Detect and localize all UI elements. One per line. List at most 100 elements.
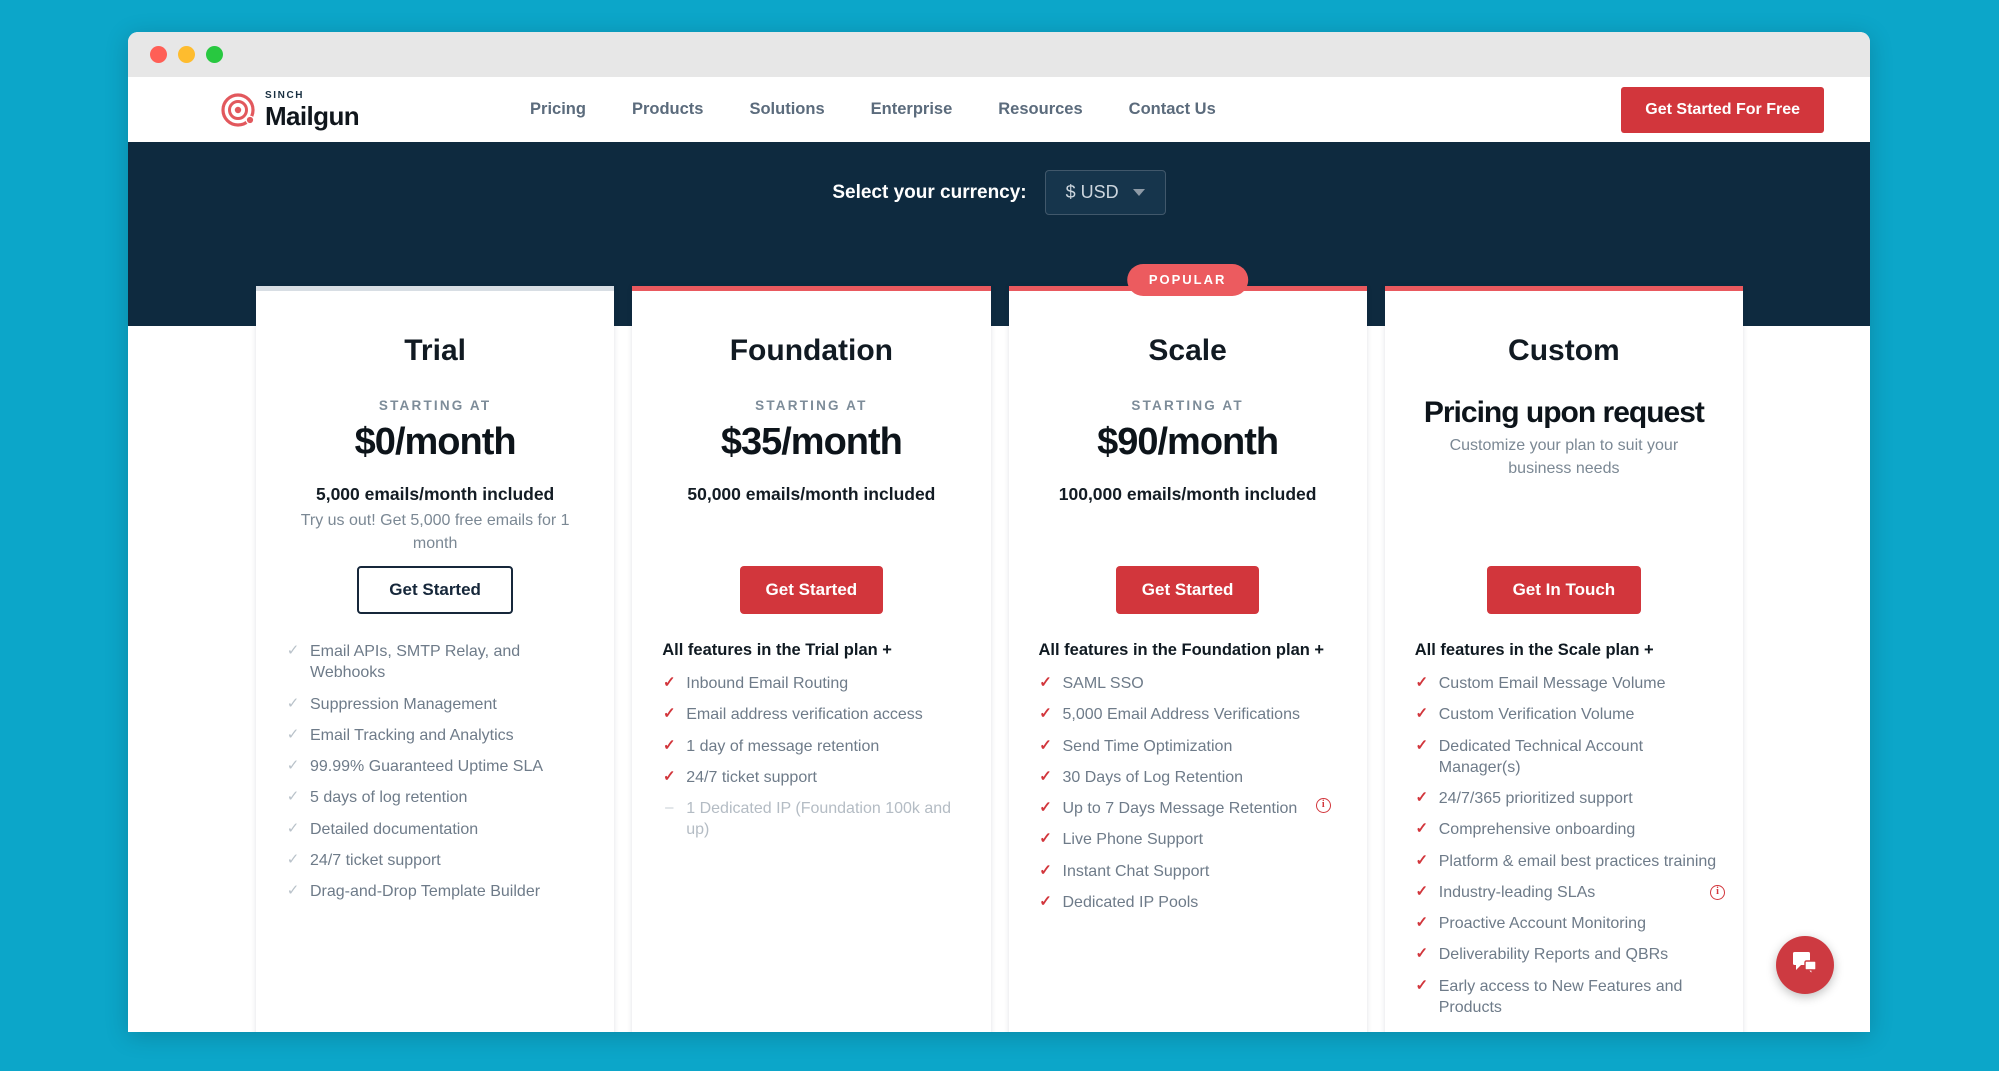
feature-item: ✓ Custom Email Message Volume — [1415, 673, 1725, 694]
plan-price: Pricing upon request — [1423, 396, 1705, 429]
feature-label: Email APIs, SMTP Relay, and Webhooks — [310, 643, 521, 682]
plan-emails-included: 100,000 emails/month included — [1058, 484, 1317, 504]
feature-item: ✓ Drag-and-Drop Template Builder — [286, 881, 596, 902]
info-icon[interactable]: i — [1315, 798, 1331, 814]
feature-item: ✓ 24/7 ticket support — [662, 767, 972, 788]
plan-cta-wrap: Get Started — [256, 566, 614, 614]
check-icon: ✓ — [1415, 976, 1429, 994]
feature-item: ✓ Suppression Management — [286, 694, 596, 715]
check-icon: ✓ — [1039, 736, 1052, 754]
check-icon: ✓ — [1415, 882, 1429, 900]
feature-label: Send Time Optimization — [1062, 737, 1233, 755]
plan-features: All features in the Trial plan + ✓ Inbound… — [662, 641, 972, 851]
feature-label: 24/7 ticket support — [686, 768, 817, 786]
feature-label: Detailed documentation — [310, 820, 479, 838]
check-icon: ✓ — [1415, 674, 1429, 691]
mailgun-logo[interactable]: SINCH Mailgun — [221, 89, 360, 129]
plan-cta-button[interactable]: Get In Touch — [1486, 566, 1642, 614]
feature-item: ✓ 99.99% Guaranteed Uptime SLA — [286, 756, 596, 777]
feature-label: Email Tracking and Analytics — [310, 726, 514, 744]
plan-subnote: Customize your plan to suit your busines… — [1449, 437, 1679, 477]
feature-item: ✓ Dedicated Technical Account Manager(s) — [1415, 736, 1725, 779]
popular-badge: POPULAR — [1126, 264, 1249, 296]
pricing-card-foundation: Foundation STARTING AT $35/month 50,000 ema… — [632, 286, 991, 1032]
check-icon: ✓ — [1415, 914, 1429, 932]
check-icon: ✓ — [662, 767, 676, 785]
feature-item: ✓ Email APIs, SMTP Relay, and Webhooks — [286, 641, 596, 684]
feature-label: Comprehensive onboarding — [1438, 821, 1636, 839]
feature-item: ✓ 5 days of log retention — [286, 787, 596, 808]
feature-item: ✓ 1 day of message retention — [662, 736, 972, 757]
check-icon: ✓ — [1415, 851, 1429, 869]
card-accent-bar — [1384, 286, 1743, 291]
check-icon: ✓ — [286, 850, 300, 868]
plan-name: Custom — [1508, 334, 1620, 367]
feature-label: Custom Email Message Volume — [1438, 675, 1666, 692]
check-icon: ✓ — [1415, 736, 1429, 754]
plan-subnote: Try us out! Get 5,000 free emails for 1 … — [300, 512, 570, 552]
check-icon: ✓ — [1039, 830, 1052, 848]
window-minimize-button[interactable] — [178, 46, 195, 63]
check-icon: ✓ — [1039, 861, 1052, 879]
feature-label: Proactive Account Monitoring — [1438, 915, 1646, 933]
feature-item: ✓ Up to 7 Days Message Retention i — [1039, 798, 1349, 819]
window-maximize-button[interactable] — [206, 46, 223, 63]
plan-cta-button[interactable]: Get Started — [357, 566, 513, 614]
feature-item: –1 Dedicated IP (Foundation 100k and up) — [662, 798, 972, 841]
feature-item: ✓ 24/7/365 prioritized support — [1415, 788, 1725, 809]
check-icon: ✓ — [1039, 799, 1052, 817]
plan-price: $90/month — [1097, 421, 1279, 463]
feature-item: ✓ 24/7 ticket support — [286, 850, 596, 871]
plan-features-title: All features in the Foundation plan + — [1038, 641, 1325, 659]
feature-item: ✓ Proactive Account Monitoring — [1415, 913, 1725, 934]
feature-item: ✓ Email address verification access — [662, 704, 972, 725]
check-icon: ✓ — [1415, 945, 1429, 963]
window-close-button[interactable] — [150, 46, 167, 63]
feature-label: Dedicated Technical Account Manager(s) — [1438, 737, 1644, 776]
feature-item: ✓ Detailed documentation — [286, 819, 596, 840]
feature-label: 24/7/365 prioritized support — [1438, 790, 1633, 808]
plan-cta-button[interactable]: Get Started — [1115, 566, 1260, 614]
plan-price: $0/month — [354, 421, 517, 463]
feature-label: Industry-leading SLAs — [1438, 883, 1596, 901]
info-icon[interactable]: i — [1710, 884, 1725, 900]
feature-item: ✓ Deliverability Reports and QBRs — [1415, 944, 1725, 965]
mailgun-logo-icon — [221, 92, 255, 127]
pricing-card-custom: Custom Pricing upon request Customize your… — [1384, 286, 1743, 1032]
feature-label: 5 days of log retention — [310, 789, 468, 807]
feature-label: Email address verification access — [686, 706, 923, 724]
plan-features-title: All features in the Trial plan + — [662, 641, 892, 659]
plan-price: $35/month — [720, 421, 903, 463]
nav-item-solutions[interactable]: Solutions — [749, 100, 824, 119]
currency-select[interactable]: $ USD — [1044, 170, 1166, 215]
nav-item-pricing[interactable]: Pricing — [530, 100, 586, 119]
feature-label: Early access to New Features and Product… — [1438, 977, 1683, 1016]
check-icon: ✓ — [286, 694, 300, 712]
currency-selected-value: $ USD — [1065, 182, 1119, 202]
feature-label: SAML SSO — [1062, 675, 1144, 692]
plan-name: Foundation — [729, 334, 894, 367]
feature-label: Live Phone Support — [1062, 831, 1204, 849]
plan-cta-button[interactable]: Get Started — [739, 566, 884, 614]
dash-icon: – — [665, 799, 674, 817]
nav-item-products[interactable]: Products — [632, 100, 704, 119]
feature-label: 30 Days of Log Retention — [1062, 768, 1244, 786]
logo-sinch-text: SINCH — [265, 89, 305, 101]
starting-at-label: STARTING AT — [1131, 398, 1244, 413]
plan-emails-included: 50,000 emails/month included — [687, 484, 936, 504]
check-icon: ✓ — [286, 642, 300, 659]
browser-window: SINCH Mailgun Pricing Products Solutions… — [128, 32, 1870, 1032]
nav-item-enterprise[interactable]: Enterprise — [871, 100, 953, 119]
site-navbar: SINCH Mailgun Pricing Products Solutions… — [128, 77, 1870, 142]
feature-label: 99.99% Guaranteed Uptime SLA — [310, 758, 544, 776]
get-started-for-free-button[interactable]: Get Started For Free — [1621, 86, 1824, 133]
plan-emails-included: 5,000 emails/month included — [315, 484, 555, 504]
plan-features: ✓ Email APIs, SMTP Relay, and Webhooks ✓ Su… — [286, 641, 596, 912]
feature-label: Up to 7 Days Message Retention — [1062, 800, 1298, 818]
nav-item-resources[interactable]: Resources — [998, 100, 1082, 119]
check-icon: ✓ — [1039, 767, 1052, 785]
chat-widget-button[interactable] — [1776, 936, 1834, 994]
nav-item-contact-us[interactable]: Contact Us — [1129, 100, 1216, 119]
plan-name: Trial — [404, 334, 466, 367]
feature-item: ✓ 30 Days of Log Retention — [1039, 767, 1349, 788]
